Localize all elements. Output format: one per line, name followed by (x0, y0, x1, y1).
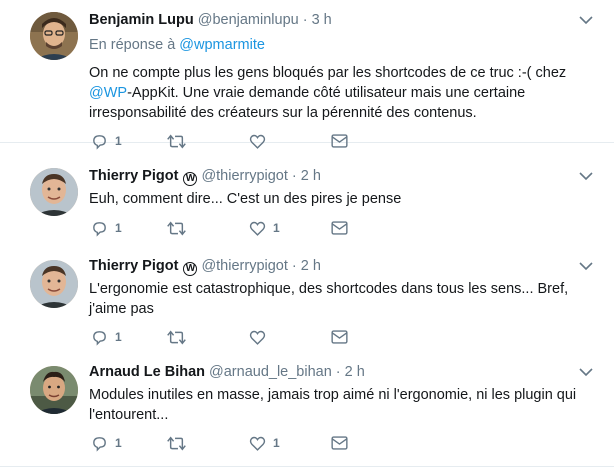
reply-button[interactable]: 1 (91, 133, 122, 150)
dm-button[interactable] (331, 436, 348, 450)
tweet-text: L'ergonomie est catastrophique, des shor… (89, 281, 569, 317)
timestamp[interactable]: 2 h (301, 256, 321, 276)
reply-icon (93, 330, 106, 346)
reply-mention-link[interactable]: @wpmarmite (179, 37, 265, 53)
avatar-benjamin-lupu (30, 12, 78, 60)
tweet-text: Modules inutiles en masse, jamais trop a… (89, 387, 577, 423)
retweet-button[interactable] (167, 329, 193, 346)
reply-count: 1 (115, 221, 122, 235)
reply-icon (93, 436, 106, 452)
tweet-actions: 1 (91, 131, 351, 151)
username[interactable]: @thierrypigot (201, 166, 287, 186)
tweet-actions: 1 1 (91, 433, 351, 453)
like-count: 1 (273, 221, 280, 235)
envelope-icon (331, 134, 348, 148)
avatar[interactable] (30, 260, 78, 308)
heart-icon (249, 221, 266, 236)
avatar-thierry-pigot (30, 168, 78, 216)
tweet-item[interactable]: Thierry Pigot W @thierrypigot · 2 h L'er… (0, 248, 614, 355)
envelope-icon (331, 221, 348, 235)
separator: · (302, 12, 308, 28)
dm-button[interactable] (331, 221, 348, 235)
avatar[interactable] (30, 12, 78, 60)
wordpress-badge-icon: W (183, 262, 198, 276)
separator: · (335, 364, 341, 380)
reply-count: 1 (115, 330, 122, 344)
envelope-icon (331, 436, 348, 450)
retweet-button[interactable] (167, 435, 193, 452)
retweet-icon (167, 435, 186, 451)
avatar[interactable] (30, 366, 78, 414)
dm-button[interactable] (331, 134, 348, 148)
username[interactable]: @arnaud_le_bihan (209, 362, 332, 382)
reply-button[interactable]: 1 (91, 329, 122, 346)
reply-button[interactable]: 1 (91, 220, 122, 237)
fullname[interactable]: Benjamin Lupu (89, 10, 194, 30)
avatar[interactable] (30, 168, 78, 216)
timestamp[interactable]: 3 h (312, 10, 332, 30)
reply-icon (93, 134, 106, 150)
chevron-down-icon[interactable] (578, 258, 594, 274)
reply-context: En réponse à @wpmarmite (89, 35, 594, 55)
tweet-text-part: On ne compte plus les gens bloqués par l… (89, 65, 567, 81)
username[interactable]: @benjaminlupu (198, 10, 299, 30)
chevron-down-icon[interactable] (578, 168, 594, 184)
like-button[interactable]: 1 (249, 435, 280, 452)
reply-button[interactable]: 1 (91, 435, 122, 452)
conversation-thread: Benjamin Lupu @benjaminlupu · 3 h En rép… (0, 0, 614, 473)
tweet-item[interactable]: Thierry Pigot W @thierrypigot · 2 h Euh,… (0, 154, 614, 249)
timestamp[interactable]: 2 h (301, 166, 321, 186)
reply-prefix: En réponse à (89, 37, 176, 53)
mention-link[interactable]: @WP (89, 85, 127, 101)
fullname[interactable]: Thierry Pigot (89, 256, 178, 276)
envelope-icon (331, 330, 348, 344)
heart-icon (249, 330, 266, 345)
tweet-header: Benjamin Lupu @benjaminlupu · 3 h (89, 10, 594, 30)
heart-icon (249, 436, 266, 451)
reply-icon (93, 221, 106, 237)
retweet-icon (167, 329, 186, 345)
retweet-button[interactable] (167, 220, 193, 237)
tweet-header: Thierry Pigot W @thierrypigot · 2 h (89, 166, 594, 186)
tweet-item[interactable]: Arnaud Le Bihan @arnaud_le_bihan · 2 h M… (0, 354, 614, 467)
like-count: 1 (273, 436, 280, 450)
chevron-down-icon[interactable] (578, 12, 594, 28)
tweet-header: Thierry Pigot W @thierrypigot · 2 h (89, 256, 594, 276)
reply-count: 1 (115, 134, 122, 148)
timestamp[interactable]: 2 h (345, 362, 365, 382)
avatar-thierry-pigot (30, 260, 78, 308)
dm-button[interactable] (331, 330, 348, 344)
fullname[interactable]: Thierry Pigot (89, 166, 178, 186)
tweet-item[interactable]: Benjamin Lupu @benjaminlupu · 3 h En rép… (0, 0, 614, 150)
tweet-actions: 1 1 (91, 218, 351, 238)
tweet-text: On ne compte plus les gens bloqués par l… (89, 63, 594, 123)
heart-icon (249, 134, 266, 149)
tweet-header: Arnaud Le Bihan @arnaud_le_bihan · 2 h (89, 362, 594, 382)
tweet-text: Euh, comment dire... C'est un des pires … (89, 191, 402, 207)
chevron-down-icon[interactable] (578, 364, 594, 380)
retweet-icon (167, 133, 186, 149)
like-button[interactable] (249, 329, 273, 346)
fullname[interactable]: Arnaud Le Bihan (89, 362, 205, 382)
separator: · (291, 168, 297, 184)
avatar-arnaud-le-bihan (30, 366, 78, 414)
like-button[interactable] (249, 133, 273, 150)
tweet-text-part: -AppKit. Une vraie demande côté utilisat… (89, 85, 526, 121)
wordpress-badge-icon: W (183, 172, 198, 186)
like-button[interactable]: 1 (249, 220, 280, 237)
separator: · (291, 258, 297, 274)
tweet-actions: 1 (91, 327, 351, 347)
retweet-button[interactable] (167, 133, 193, 150)
retweet-icon (167, 220, 186, 236)
username[interactable]: @thierrypigot (201, 256, 287, 276)
reply-count: 1 (115, 436, 122, 450)
